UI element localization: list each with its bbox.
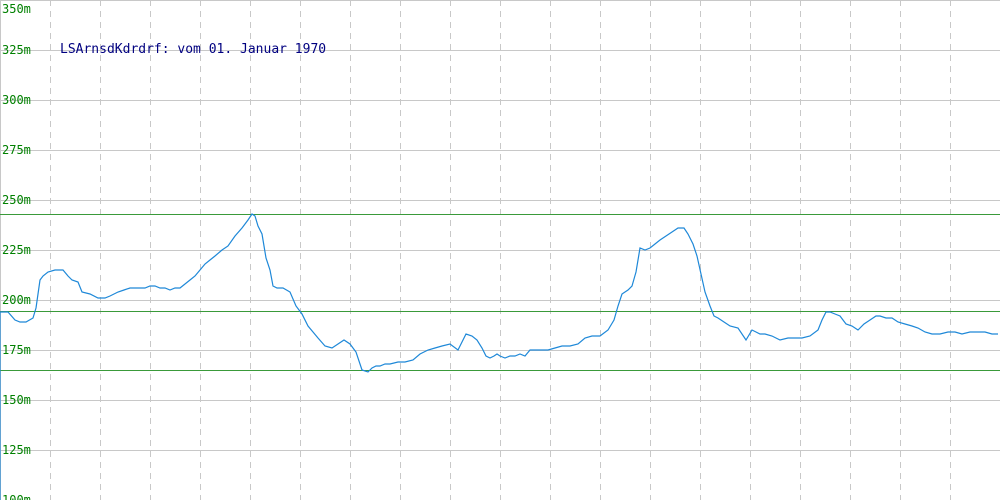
y-tick-label: 225m [2, 243, 31, 257]
y-tick-label: 125m [2, 443, 31, 457]
y-tick-label: 250m [2, 193, 31, 207]
grid [0, 0, 1000, 500]
y-tick-label: 350m [2, 2, 31, 16]
y-tick-label: 175m [2, 343, 31, 357]
elevation-chart: 100m 125m 150m 175m 200m 225m 250m 275m 300m 325m… [0, 0, 1000, 500]
y-axis-ticks: 100m 125m 150m 175m 200m 225m 250m 275m 300m 325m… [2, 2, 31, 500]
series-line [0, 213, 998, 500]
y-tick-label: 300m [2, 93, 31, 107]
y-tick-label: 150m [2, 393, 31, 407]
y-tick-label: 100m [2, 493, 31, 500]
series-layer [0, 213, 998, 500]
y-tick-label: 275m [2, 143, 31, 157]
y-tick-label: 325m [2, 43, 31, 57]
y-tick-label: 200m [2, 293, 31, 307]
chart-title: LSArnsdKdrdrf: vom 01. Januar 1970 [60, 42, 326, 57]
reference-lines [0, 214, 1000, 371]
